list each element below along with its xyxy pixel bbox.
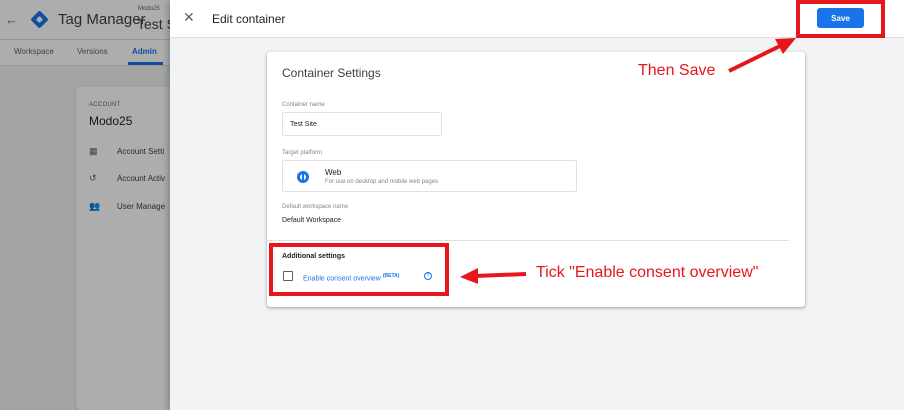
help-icon[interactable]: ? bbox=[424, 272, 432, 280]
globe-icon bbox=[297, 171, 309, 183]
target-platform-option[interactable]: Web For use on desktop and mobile web pa… bbox=[282, 160, 577, 192]
consent-overview-checkbox[interactable] bbox=[283, 271, 293, 281]
section-divider bbox=[267, 240, 789, 241]
platform-description: For use on desktop and mobile web pages bbox=[325, 179, 439, 185]
save-button[interactable]: Save bbox=[817, 8, 864, 28]
tick-consent-annotation: Tick "Enable consent overview" bbox=[536, 264, 759, 281]
platform-name: Web bbox=[325, 168, 342, 177]
beta-badge: (BETA) bbox=[382, 273, 400, 279]
consent-overview-label[interactable]: Enable consent overview (BETA) bbox=[303, 273, 399, 282]
close-icon[interactable]: ✕ bbox=[183, 9, 195, 26]
then-save-annotation: Then Save bbox=[638, 62, 716, 79]
additional-settings-title: Additional settings bbox=[282, 253, 345, 260]
container-name-label: Container name bbox=[282, 102, 325, 108]
workspace-name-label: Default workspace name bbox=[282, 204, 349, 210]
workspace-name-value: Default Workspace bbox=[282, 217, 342, 224]
container-name-input[interactable] bbox=[282, 112, 442, 136]
panel-header: ✕ Edit container Save bbox=[170, 0, 904, 38]
consent-label-text: Enable consent overview bbox=[303, 275, 381, 283]
panel-title: Edit container bbox=[212, 12, 286, 26]
card-title: Container Settings bbox=[282, 66, 381, 80]
target-platform-label: Target platform bbox=[282, 150, 323, 156]
edit-container-panel: ✕ Edit container Save Container Settings… bbox=[170, 0, 904, 410]
